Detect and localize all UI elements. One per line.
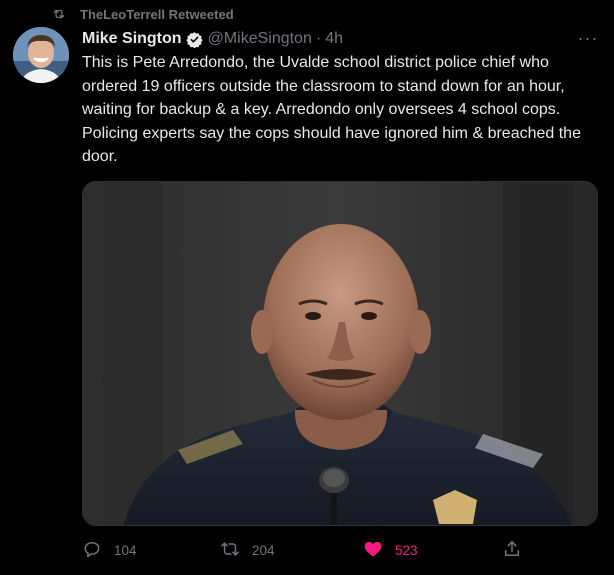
tweet-header: Mike Sington @MikeSington · 4h [82,28,343,50]
tweet-text: This is Pete Arredondo, the Uvalde schoo… [82,54,581,165]
share-button[interactable] [502,538,522,562]
reply-button[interactable]: 104 [82,538,137,562]
author-handle[interactable]: @MikeSington [208,30,312,48]
like-button[interactable]: 523 [363,538,418,562]
verified-badge-icon [185,31,203,48]
retweet-count: 204 [252,542,275,558]
tweet-media-photo[interactable] [82,181,598,526]
retweet-icon [220,539,240,562]
retweet-icon [52,7,66,21]
share-icon [502,539,522,562]
tweet[interactable]: TheLeoTerrell Retweeted Mike Sington @Mi… [0,0,614,575]
retweeter-link[interactable]: TheLeoTerrell Retweeted [80,7,234,22]
retweet-context: TheLeoTerrell Retweeted [52,6,234,22]
more-options-button[interactable]: ··· [576,26,600,50]
more-icon: ··· [577,27,599,48]
heart-icon [363,539,383,562]
tweet-actions-bar: 104 204 523 [82,538,602,562]
header-separator: · [315,30,322,47]
tweet-timestamp[interactable]: 4h [325,30,343,48]
avatar[interactable] [13,27,69,83]
retweet-button[interactable]: 204 [220,538,275,562]
like-count: 523 [395,542,418,558]
reply-count: 104 [114,542,137,558]
reply-icon [82,539,102,562]
author-name[interactable]: Mike Sington [82,30,182,48]
